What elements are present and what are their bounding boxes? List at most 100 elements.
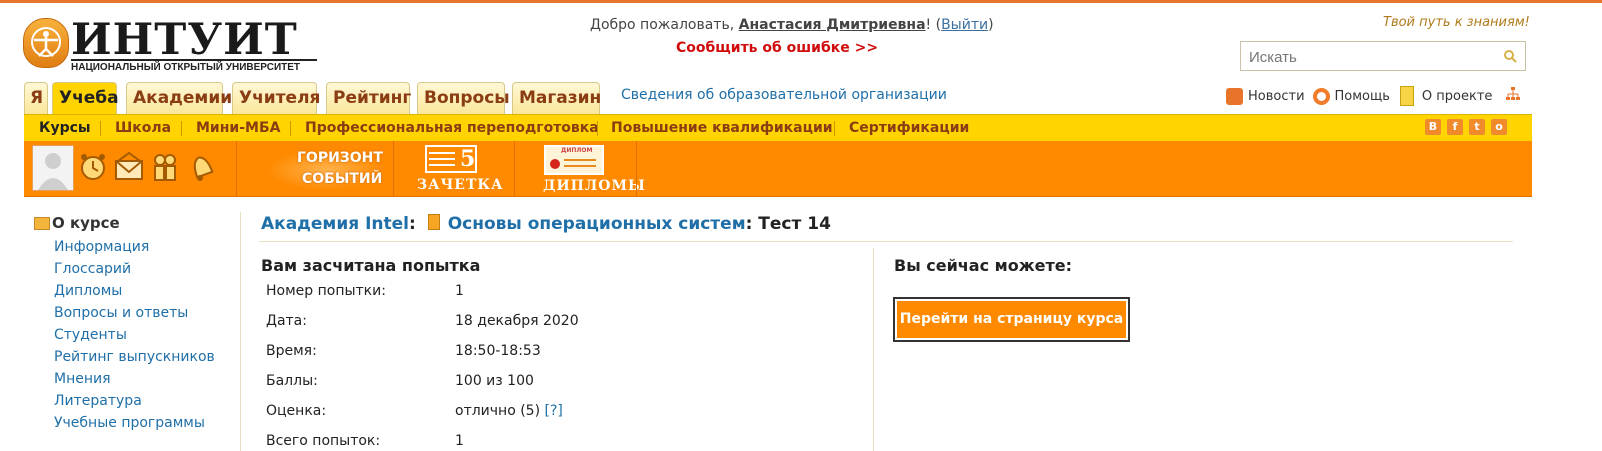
sidebar-item-glossary[interactable]: Глоссарий: [54, 258, 234, 280]
attempt-number-value: 1: [455, 283, 464, 299]
orange-toolbar: ГОРИЗОНТ СОБЫТИЙ 5 ЗАЧЕТКА ДИПЛОМ ДИПЛОМ…: [24, 141, 1532, 197]
tab-ya[interactable]: Я: [24, 82, 48, 114]
rss-icon: [1226, 87, 1243, 105]
odnoklassniki-icon[interactable]: о: [1491, 119, 1507, 135]
sub-navigation: Курсы Школа Мини-МБА Профессиональная пе…: [24, 114, 1532, 142]
subnav-professional-retraining[interactable]: Профессиональная переподготовка: [305, 120, 599, 136]
sidebar-item-diplomas[interactable]: Дипломы: [54, 280, 234, 302]
goto-course-button-frame: Перейти на страницу курса: [893, 297, 1130, 342]
diplomas-button[interactable]: ДИПЛОМ ДИПЛОМЫ: [516, 145, 645, 194]
vitruvian-emblem-icon: [23, 18, 69, 68]
vk-icon[interactable]: В: [1425, 119, 1441, 135]
course-sidebar: О курсе Информация Глоссарий Дипломы Воп…: [34, 214, 234, 434]
diploma-badge-text: ДИПЛОМ: [561, 147, 593, 154]
subnav-certification[interactable]: Сертификации: [849, 120, 969, 136]
sidebar-item-programs[interactable]: Учебные программы: [54, 412, 234, 434]
zachetka-grade: 5: [460, 146, 476, 172]
logo-text: ИНТУИТ: [71, 15, 298, 65]
time-label: Время:: [266, 343, 317, 359]
sidebar-item-info[interactable]: Информация: [54, 236, 234, 258]
goto-course-button[interactable]: Перейти на страницу курса: [897, 301, 1126, 338]
report-error-link[interactable]: Сообщить об ошибке >>: [676, 40, 878, 56]
subnav-separator: [290, 121, 291, 136]
avatar[interactable]: [32, 145, 74, 191]
events-horizon-button[interactable]: ГОРИЗОНТ СОБЫТИЙ: [267, 150, 387, 190]
welcome-suffix: ! (: [925, 17, 942, 33]
org-info-link[interactable]: Сведения об образовательной организации: [621, 87, 947, 103]
grade-help-link[interactable]: [?]: [545, 403, 563, 419]
logout-link[interactable]: Выйти: [941, 17, 988, 33]
zachetka-label: ЗАЧЕТКА: [417, 177, 504, 193]
sidebar-item-graduates-rating[interactable]: Рейтинг выпускников: [54, 346, 234, 368]
breadcrumb: Академия Intel: Основы операционных сист…: [261, 214, 831, 234]
breadcrumb-course[interactable]: Основы операционных систем: [448, 214, 746, 234]
subnav-separator: [834, 121, 835, 136]
subnav-shkola[interactable]: Школа: [115, 120, 171, 136]
horizon-label-2: СОБЫТИЙ: [302, 171, 383, 187]
news-link[interactable]: Новости: [1248, 89, 1305, 104]
alarm-clock-icon[interactable]: [78, 151, 108, 183]
book-icon: [427, 214, 440, 230]
tab-uchitelya[interactable]: Учителя: [232, 82, 320, 114]
time-value: 18:50-18:53: [455, 343, 541, 359]
sitemap-icon[interactable]: [1506, 87, 1521, 105]
subnav-separator: [100, 121, 101, 136]
subnav-kursy[interactable]: Курсы: [39, 120, 91, 136]
score-value: 100 из 100: [455, 373, 534, 389]
user-name-link[interactable]: Анастасия Дмитриевна: [739, 17, 926, 33]
date-value: 18 декабря 2020: [455, 313, 579, 329]
logo-subtitle: НАЦИОНАЛЬНЫЙ ОТКРЫТЫЙ УНИВЕРСИТЕТ: [71, 62, 301, 73]
search-input[interactable]: [1247, 43, 1491, 71]
sidebar-item-students[interactable]: Студенты: [54, 324, 234, 346]
header-right-links: Новости Помощь О проекте: [1226, 86, 1521, 106]
diplomas-label: ДИПЛОМЫ: [543, 178, 646, 194]
top-accent-line: [0, 0, 1602, 3]
tab-magazin[interactable]: Магазин: [512, 82, 601, 114]
mail-icon[interactable]: [114, 151, 144, 183]
tab-reyting[interactable]: Рейтинг: [326, 82, 411, 114]
tab-ucheba[interactable]: Учеба: [52, 82, 119, 115]
search-icon[interactable]: [1503, 49, 1517, 63]
sidebar-title[interactable]: О курсе: [34, 214, 234, 236]
sidebar-title-label: О курсе: [52, 214, 120, 232]
bell-icon[interactable]: [186, 151, 216, 183]
welcome-close: ): [988, 17, 994, 33]
friends-icon[interactable]: [150, 151, 180, 183]
sidebar-list: Информация Глоссарий Дипломы Вопросы и о…: [34, 236, 234, 434]
total-attempts-label: Всего попыток:: [266, 433, 381, 449]
date-label: Дата:: [266, 313, 307, 329]
breadcrumb-sep: :: [408, 214, 422, 234]
column-divider: [873, 248, 874, 451]
lifebuoy-icon: [1312, 87, 1330, 105]
sidebar-item-qa[interactable]: Вопросы и ответы: [54, 302, 234, 324]
folder-icon: [34, 217, 50, 230]
notepad-icon: [1399, 86, 1414, 106]
twitter-icon[interactable]: t: [1469, 119, 1485, 135]
subnav-qualification[interactable]: Повышение квалификации: [611, 120, 833, 136]
breadcrumb-academy[interactable]: Академия Intel: [261, 214, 409, 234]
logo-underline: [71, 59, 317, 61]
search-box: [1240, 41, 1526, 71]
slogan: Твой путь к знаниям!: [1383, 15, 1530, 30]
about-link[interactable]: О проекте: [1422, 89, 1493, 104]
subnav-separator: [597, 121, 598, 136]
attempt-number-label: Номер попытки:: [266, 283, 386, 299]
sidebar-item-literature[interactable]: Литература: [54, 390, 234, 412]
tab-akademii[interactable]: Академии: [126, 82, 232, 114]
horizon-label-1: ГОРИЗОНТ: [297, 150, 383, 166]
actions-heading: Вы сейчас можете:: [894, 256, 1072, 275]
content-divider: [259, 241, 1513, 242]
grade-value-wrap: отлично (5) [?]: [455, 403, 563, 419]
zachetka-button[interactable]: 5 ЗАЧЕТКА: [416, 145, 503, 193]
sidebar-item-opinions[interactable]: Мнения: [54, 368, 234, 390]
attempt-heading: Вам засчитана попытка: [261, 256, 481, 275]
toolbar-separator: [393, 141, 394, 196]
help-link[interactable]: Помощь: [1335, 89, 1390, 104]
toolbar-separator: [636, 141, 637, 196]
welcome-message: Добро пожаловать, Анастасия Дмитриевна! …: [590, 17, 994, 33]
tab-voprosy[interactable]: Вопросы: [417, 82, 510, 114]
subnav-mini-mba[interactable]: Мини-МБА: [196, 120, 280, 136]
intuit-logo[interactable]: ИНТУИТ НАЦИОНАЛЬНЫЙ ОТКРЫТЫЙ УНИВЕРСИТЕТ: [23, 15, 317, 76]
welcome-prefix: Добро пожаловать,: [590, 17, 739, 33]
facebook-icon[interactable]: f: [1447, 119, 1463, 135]
